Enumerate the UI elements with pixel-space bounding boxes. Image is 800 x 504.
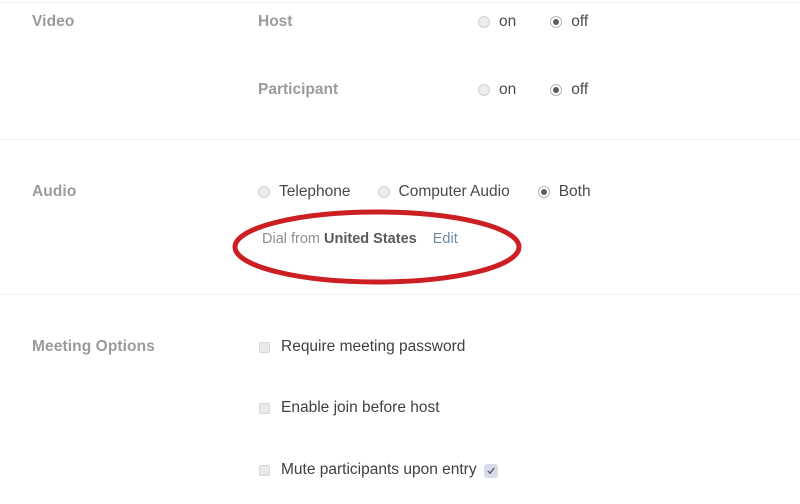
radio-option-host-on[interactable]: on <box>478 13 516 31</box>
red-ellipse-highlight <box>232 209 522 285</box>
radio-label-telephone: Telephone <box>279 183 351 200</box>
divider-top <box>0 2 800 3</box>
checkbox-label-mute-participants-upon-entry: Mute participants upon entry <box>281 461 477 478</box>
section-label-video: Video <box>32 13 75 30</box>
radio-icon-participant-on[interactable] <box>478 84 490 96</box>
settings-page: Video Host on off Participant on off Aud… <box>0 0 800 504</box>
radio-label-host-on: on <box>499 13 517 30</box>
divider-audio-options <box>0 294 800 295</box>
checkbox-icon-mute-participants-upon-entry[interactable] <box>259 464 270 476</box>
dial-from-country: United States <box>324 231 417 247</box>
dial-from-edit-link[interactable]: Edit <box>433 231 458 247</box>
checkbox-row-require-meeting-password[interactable]: Require meeting password <box>259 338 465 356</box>
field-label-participant: Participant <box>258 81 339 98</box>
radio-option-host-off[interactable]: off <box>550 13 588 31</box>
radio-icon-telephone[interactable] <box>258 186 270 198</box>
radio-group-audio-type: Telephone Computer Audio Both <box>258 183 591 201</box>
section-label-audio: Audio <box>32 183 77 200</box>
dial-from-line: Dial from United States Edit <box>262 231 458 247</box>
radio-group-host-video: on off <box>478 13 588 31</box>
checkbox-label-require-meeting-password: Require meeting password <box>281 338 466 355</box>
radio-option-participant-off[interactable]: off <box>550 81 588 99</box>
field-label-host: Host <box>258 13 293 30</box>
radio-group-participant-video: on off <box>478 81 588 99</box>
radio-icon-host-off[interactable] <box>550 16 563 28</box>
radio-icon-host-on[interactable] <box>478 16 490 28</box>
radio-icon-computer-audio[interactable] <box>377 186 390 198</box>
radio-label-participant-off: off <box>571 81 589 98</box>
radio-icon-both[interactable] <box>537 186 550 198</box>
radio-label-host-off: off <box>571 13 589 30</box>
checkbox-icon-enable-join-before-host[interactable] <box>259 402 270 414</box>
dial-from-prefix: Dial from <box>262 231 321 247</box>
checkbox-row-mute-participants-upon-entry[interactable]: Mute participants upon entry <box>259 461 498 479</box>
radio-option-computer-audio[interactable]: Computer Audio <box>377 183 510 201</box>
checkbox-icon-require-meeting-password[interactable] <box>259 341 270 353</box>
radio-label-computer-audio: Computer Audio <box>398 183 510 200</box>
radio-option-both[interactable]: Both <box>537 183 591 201</box>
radio-option-telephone[interactable]: Telephone <box>258 183 351 201</box>
radio-label-participant-on: on <box>499 81 517 98</box>
divider-video-audio <box>0 139 800 140</box>
radio-option-participant-on[interactable]: on <box>478 81 516 99</box>
radio-label-both: Both <box>558 183 591 200</box>
checkbox-row-enable-join-before-host[interactable]: Enable join before host <box>259 399 440 417</box>
checkbox-label-enable-join-before-host: Enable join before host <box>281 399 440 416</box>
section-label-meeting-options: Meeting Options <box>32 338 155 355</box>
info-check-badge-icon[interactable] <box>483 464 498 478</box>
radio-icon-participant-off[interactable] <box>550 84 563 96</box>
